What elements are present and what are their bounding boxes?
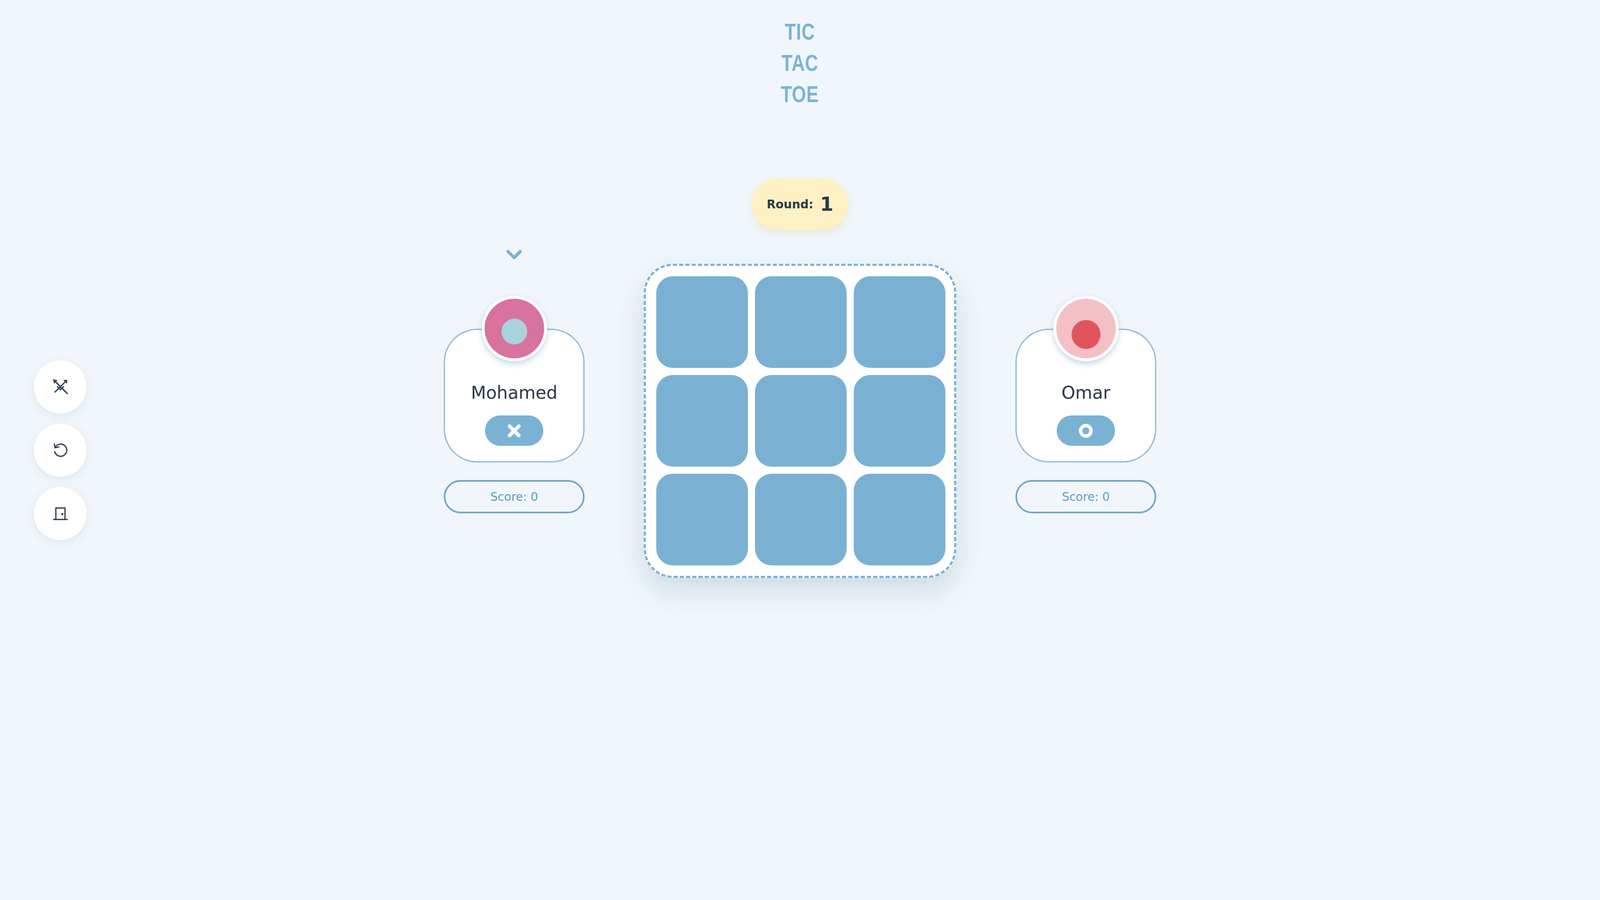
player-symbol: [485, 415, 544, 446]
o-icon: [1077, 422, 1095, 440]
player-panel: Omar Score: 0: [1015, 245, 1157, 514]
player-name: Mohamed: [470, 381, 558, 405]
x-icon: [506, 422, 523, 439]
exit-button[interactable]: [33, 487, 87, 540]
avatar-picture: [1056, 298, 1116, 359]
door-icon: [51, 504, 70, 523]
board-cell[interactable]: [755, 276, 847, 368]
player-avatar: [1053, 295, 1119, 362]
player-symbol: [1056, 415, 1115, 446]
game-area: TICTACTOE Round: 1 Mohamed Score: 0 Omar…: [443, 0, 1157, 900]
game-title: TICTACTOE: [775, 15, 825, 110]
player-name: Omar: [1061, 381, 1111, 405]
player-panel: Mohamed Score: 0: [443, 245, 585, 514]
board-cell[interactable]: [853, 375, 946, 467]
board-cell[interactable]: [656, 473, 748, 566]
player-score: Score: 0: [443, 480, 585, 514]
restart-icon: [51, 440, 70, 460]
board-cell[interactable]: [755, 375, 847, 467]
avatar-picture: [484, 298, 545, 359]
game-row: Mohamed Score: 0 Omar Score: 0: [443, 245, 1157, 578]
player-score: Score: 0: [1015, 480, 1157, 514]
turn-indicator: [505, 245, 524, 264]
restart-button[interactable]: [33, 423, 87, 477]
swords-button[interactable]: [33, 360, 87, 414]
board-cell[interactable]: [853, 276, 946, 368]
toolbar: [33, 360, 87, 540]
game-page: TICTACTOE Round: 1 Mohamed Score: 0 Omar…: [0, 0, 1600, 900]
game-board: [643, 263, 957, 578]
chevron-down-icon: [505, 245, 524, 264]
board-cell[interactable]: [853, 473, 946, 566]
crossed-swords-icon: [51, 377, 70, 396]
board-cell[interactable]: [755, 473, 847, 566]
round-badge: Round: 1: [751, 178, 849, 230]
board-cell[interactable]: [656, 375, 748, 467]
board-cell[interactable]: [656, 276, 748, 368]
player-avatar: [481, 295, 548, 362]
